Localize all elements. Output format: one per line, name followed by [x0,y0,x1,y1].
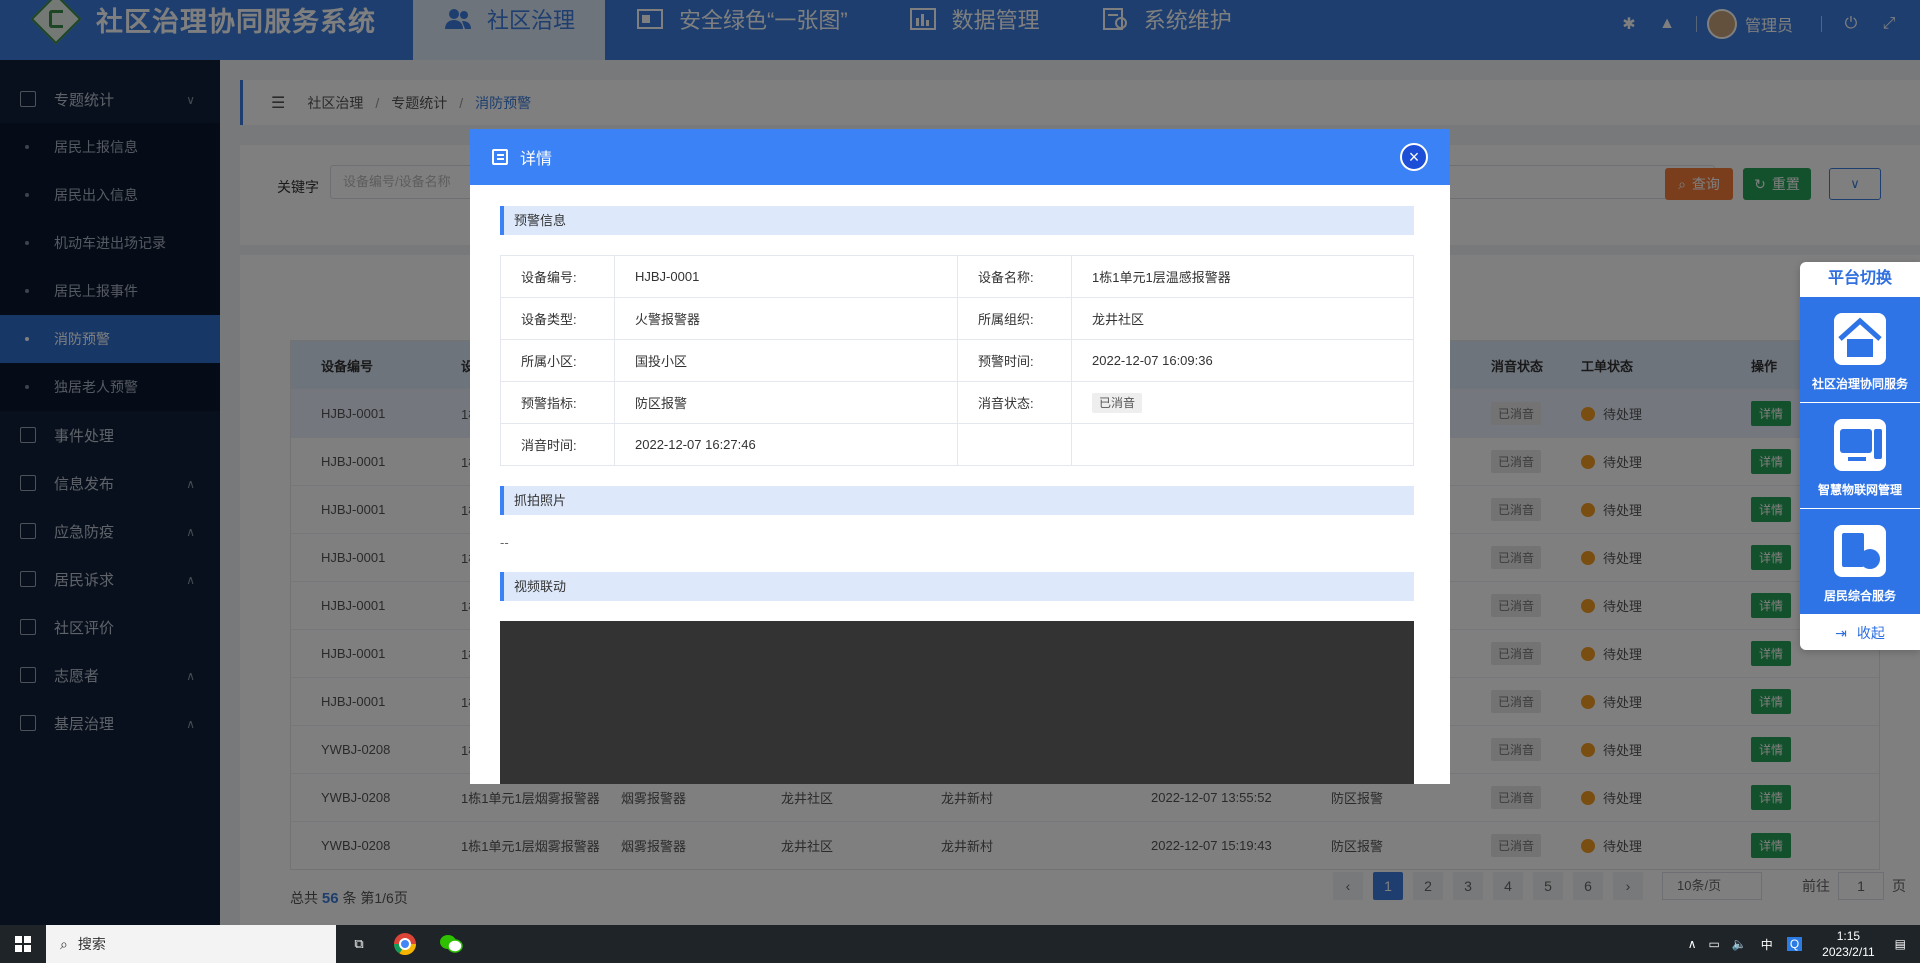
start-button[interactable] [0,925,46,963]
device-name-value: 1栋1单元1层温感报警器 [1071,255,1414,298]
computer-icon [1834,419,1886,471]
close-button[interactable]: × [1400,143,1428,171]
volume-icon[interactable]: 🔈 [1732,937,1747,951]
platform-community-governance[interactable]: 社区治理协同服务 [1800,296,1920,402]
taskbar-search[interactable]: ⌕ 搜索 [46,925,336,963]
house-icon [1834,313,1886,365]
mute-status-label: 消音状态: [957,381,1072,424]
warning-info-table: 设备编号: HJBJ-0001 设备名称: 1栋1单元1层温感报警器 设备类型:… [500,255,1414,466]
ime-indicator[interactable]: 中 [1761,936,1773,953]
snapshot-empty: -- [500,535,509,550]
clock-time: 1:15 [1836,929,1861,943]
network-icon[interactable]: ▭ [1709,937,1720,951]
os-taskbar: ⌕ 搜索 ⧉ ∧ ▭ 🔈 中 Q 1:15 2023/2/11 ▤ [0,925,1920,963]
wechat-icon[interactable] [428,925,474,963]
platform-item-label: 社区治理协同服务 [1811,377,1908,391]
empty-cell [957,423,1072,466]
modal-title: 详情 [520,151,553,168]
device-name-label: 设备名称: [957,255,1072,298]
device-no-value: HJBJ-0001 [614,255,958,298]
collapse-label: 收起 [1856,625,1885,641]
chevron-up-icon[interactable]: ∧ [1688,937,1697,951]
platform-resident-services[interactable]: 居民综合服务 [1800,508,1920,614]
mute-status-badge: 已消音 [1092,393,1143,413]
warn-time-value: 2022-12-07 16:09:36 [1071,339,1414,382]
indicator-value: 防区报警 [614,381,958,424]
search-icon: ⌕ [60,935,68,952]
video-player[interactable] [500,621,1414,784]
device-type-value: 火警报警器 [614,297,958,340]
platform-item-label: 居民综合服务 [1823,589,1896,603]
windows-icon [15,936,31,952]
community-label: 所属小区: [500,339,615,382]
platform-item-label: 智慧物联网管理 [1817,483,1902,497]
org-label: 所属组织: [957,297,1072,340]
list-icon [492,149,508,165]
detail-modal: 详情 × 预警信息 设备编号: HJBJ-0001 设备名称: 1栋1单元1层温… [470,129,1450,784]
device-type-label: 设备类型: [500,297,615,340]
section-snapshot: 抓拍照片 [500,486,1414,515]
resident-icon [1834,525,1886,577]
clock[interactable]: 1:15 2023/2/11 [1822,928,1875,960]
indicator-label: 预警指标: [500,381,615,424]
system-tray: ∧ ▭ 🔈 中 Q 1:15 2023/2/11 ▤ [1682,925,1920,963]
platform-iot-management[interactable]: 智慧物联网管理 [1800,402,1920,508]
chrome-icon[interactable] [382,925,428,963]
mute-time-label: 消音时间: [500,423,615,466]
collapse-icon: ⇥ [1835,624,1847,641]
app-tray-icon[interactable]: Q [1786,937,1803,951]
mute-time-value: 2022-12-07 16:27:46 [614,423,958,466]
task-view-icon[interactable]: ⧉ [336,925,382,963]
clock-date: 2023/2/11 [1822,945,1875,959]
empty-cell [1071,423,1414,466]
section-video: 视频联动 [500,572,1414,601]
close-icon: × [1408,146,1420,167]
org-value: 龙井社区 [1071,297,1414,340]
warn-time-label: 预警时间: [957,339,1072,382]
device-no-label: 设备编号: [500,255,615,298]
notification-icon[interactable]: ▤ [1895,937,1906,951]
modal-header: 详情 × [470,129,1450,185]
taskbar-search-label: 搜索 [77,936,106,952]
mute-status-cell: 已消音 [1071,381,1414,424]
section-warning-info: 预警信息 [500,206,1414,235]
collapse-panel-button[interactable]: ⇥ 收起 [1800,614,1920,650]
platform-switch-title: 平台切换 [1827,270,1892,287]
platform-switch-panel: 平台切换 社区治理协同服务 智慧物联网管理 居民综合服务 ⇥ 收起 [1800,262,1920,650]
community-value: 国投小区 [614,339,958,382]
